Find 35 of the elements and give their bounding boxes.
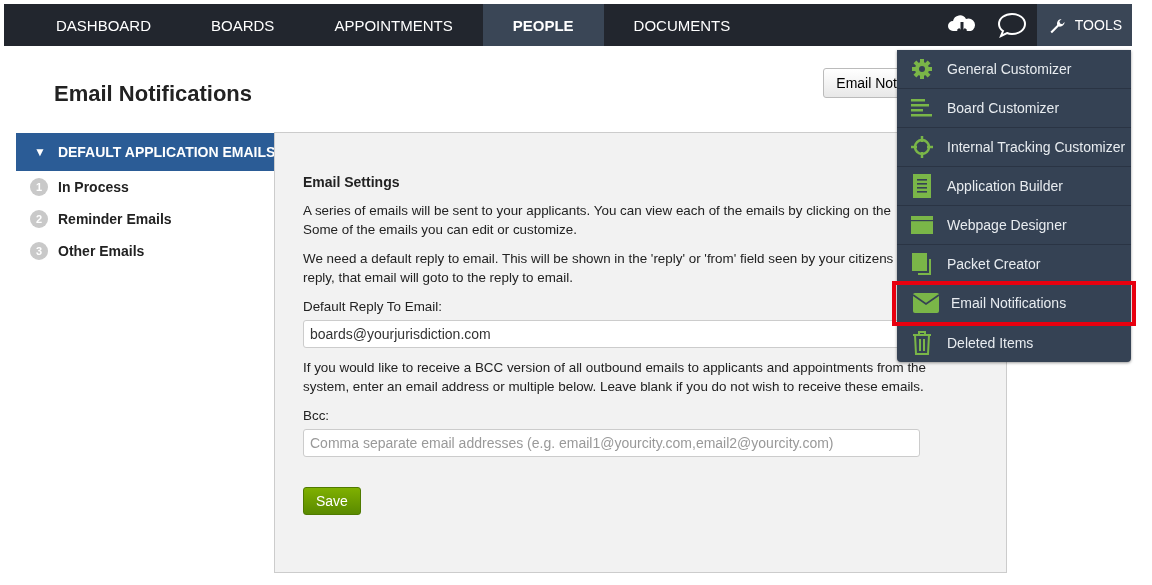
sidebar-link[interactable]: Reminder Emails (58, 211, 172, 227)
nav-tab[interactable]: APPOINTMENTS (304, 4, 483, 46)
envelope-icon (913, 293, 939, 313)
nav-tab[interactable]: BOARDS (181, 4, 305, 46)
field-label: Default Reply To Email: (303, 298, 442, 316)
menu-item[interactable]: Internal Tracking Customizer (897, 128, 1131, 167)
nav-tab[interactable]: DOCUMENTS (603, 4, 761, 46)
help-text: A series of emails will be sent to your applicants. You can view each of the emails by clicking on the Some of the emails you can edit or customize. (303, 202, 892, 239)
menu-item[interactable]: Packet Creator (897, 245, 1131, 284)
sidebar-link[interactable]: In Process (58, 179, 129, 195)
lines-icon (911, 98, 933, 118)
nav-tab[interactable]: PEOPLE (482, 4, 604, 46)
tools-button[interactable]: TOOLS (1037, 4, 1132, 46)
menu-item[interactable]: Board Customizer (897, 89, 1131, 128)
trash-icon (912, 330, 932, 355)
field-label: Bcc: (303, 407, 330, 425)
section-heading: Email Settings (303, 173, 400, 192)
menu-item[interactable]: Webpage Designer (897, 206, 1131, 245)
page-title: Email Notifications (54, 81, 253, 107)
collapse-toggle[interactable]: ▼ (34, 145, 46, 159)
section-title: DEFAULT APPLICATION EMAILS (57, 144, 276, 160)
document-icon (913, 174, 931, 198)
section-header[interactable]: ▼ DEFAULT APPLICATION EMAILS (16, 133, 274, 171)
crosshair-icon (911, 136, 933, 158)
menu-item[interactable]: Application Builder (897, 167, 1131, 206)
nav-tab[interactable]: DASHBOARD (26, 4, 182, 46)
menu-item[interactable]: General Customizer (897, 50, 1131, 89)
help-text: If you would like to receive a BCC version of all outbound emails to applicants and appointments from the system, enter an email address or multiple below. Leave blank if you do not wish to receive these emails. (303, 359, 926, 396)
browser-window-icon (911, 216, 933, 234)
sidebar-link[interactable]: Other Emails (58, 243, 145, 259)
menu-item[interactable]: Email Notifications (895, 284, 1133, 323)
help-icon[interactable] (997, 12, 1027, 38)
bcc-field[interactable]: Comma separate email addresses (e.g. email1@yourcity.com,email2@yourcity.com) (303, 429, 920, 457)
copy-icon (912, 253, 932, 275)
help-text: We need a default reply to email. This will be shown in the 'reply' or 'from' field seen by your citizens reply, that email will goto to the reply to email. (303, 250, 894, 287)
